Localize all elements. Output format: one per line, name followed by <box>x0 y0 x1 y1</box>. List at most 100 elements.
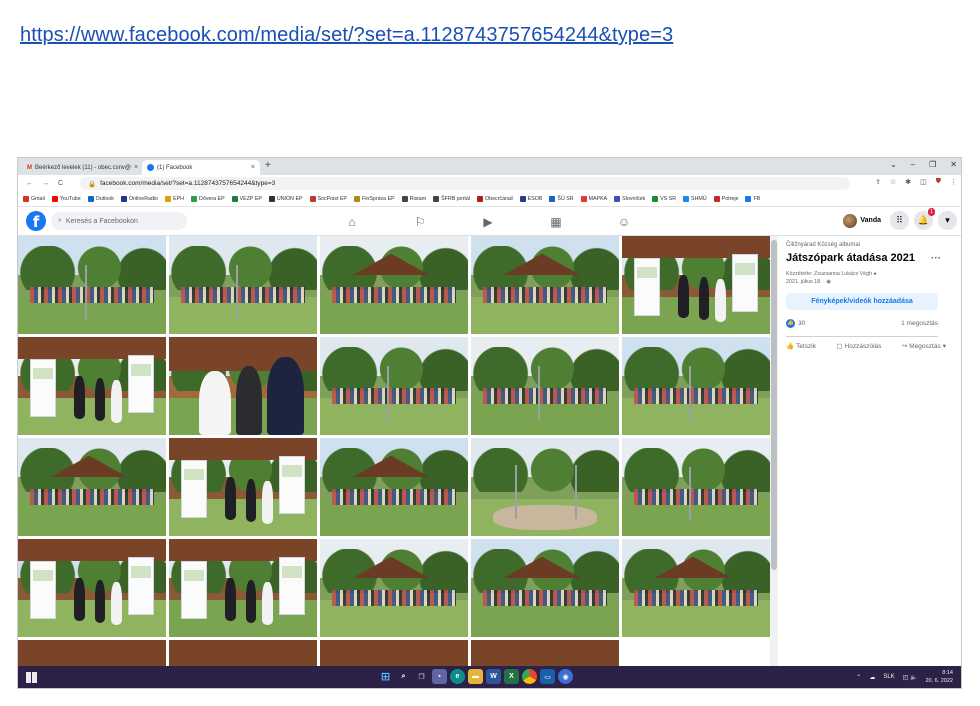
back-icon[interactable]: ← <box>26 180 33 187</box>
bookmark-item[interactable]: Obecrčárad <box>477 196 513 202</box>
clock[interactable]: 8:14 20. 6. 2022 <box>925 669 953 685</box>
url-field[interactable]: 🔒 facebook.com/media/set/?set=a.11287437… <box>80 177 850 190</box>
bookmark-item[interactable]: ESOB <box>519 196 542 202</box>
grid-scrollbar[interactable] <box>770 236 778 666</box>
bookmark-item[interactable]: OnlineRadio <box>120 196 158 202</box>
bookmark-item[interactable]: VS SR <box>652 196 676 202</box>
share-icon[interactable]: ⇪ <box>875 178 881 186</box>
menu-grid-button[interactable]: ⠿ <box>890 211 909 230</box>
tab-mail[interactable]: M Beérkező levelek (11) - obec.csnv@ × <box>22 160 140 175</box>
language-indicator[interactable]: SLK <box>883 674 894 680</box>
photo-thumbnail[interactable] <box>471 236 619 334</box>
bookmark-item[interactable]: Outlook <box>87 196 114 202</box>
close-window-button[interactable]: ✕ <box>950 160 957 169</box>
photo-thumbnail[interactable] <box>471 640 619 666</box>
task-view-icon[interactable]: ❐ <box>414 669 429 684</box>
close-icon[interactable]: × <box>134 164 138 171</box>
bookmark-item[interactable]: Dôvera EP <box>191 196 225 202</box>
flag-icon[interactable]: ⚐ <box>386 207 454 236</box>
photo-thumbnail[interactable] <box>622 539 770 637</box>
bookmark-item[interactable]: EPH <box>165 196 184 202</box>
tab-search-icon[interactable]: ⌄ <box>890 160 897 169</box>
app-icon[interactable]: ◉ <box>558 669 573 684</box>
groups-icon[interactable]: ☺ <box>590 207 658 236</box>
share-count[interactable]: 1 megosztás <box>901 320 938 327</box>
chevron-up-icon[interactable]: ⌃ <box>856 674 861 681</box>
video-icon[interactable]: ▶ <box>454 207 522 236</box>
share-button[interactable]: ↪ Megosztás ▾ <box>902 342 946 351</box>
chat-icon[interactable]: ▪ <box>432 669 447 684</box>
photo-thumbnail[interactable] <box>320 236 468 334</box>
photo-thumbnail[interactable] <box>471 337 619 435</box>
search-icon[interactable]: ⌕ <box>396 669 411 684</box>
bookmark-item[interactable]: SocPoist EP <box>309 196 347 202</box>
cloud-icon[interactable]: ☁ <box>869 674 875 681</box>
edge-icon[interactable]: e <box>450 669 465 684</box>
bookmark-item[interactable]: YouTube <box>51 196 81 202</box>
minimize-button[interactable]: – <box>911 160 915 169</box>
photo-thumbnail[interactable] <box>622 438 770 536</box>
widgets-icon[interactable] <box>26 672 37 683</box>
bookmark-item[interactable]: FB <box>745 196 760 202</box>
search-input[interactable]: ⌕ Keresés a Facebookon <box>51 212 187 230</box>
facebook-logo[interactable]: f <box>26 211 46 231</box>
photo-thumbnail[interactable] <box>169 236 317 334</box>
start-icon[interactable]: ⊞ <box>378 669 393 684</box>
photo-thumbnail[interactable] <box>169 640 317 666</box>
photo-thumbnail[interactable] <box>18 236 166 334</box>
like-button[interactable]: 👍 Tetszik <box>786 342 816 351</box>
bookmark-item[interactable]: ŠFRB portál <box>433 196 470 202</box>
notifications-button[interactable]: 🔔 1 <box>914 208 935 230</box>
photo-thumbnail[interactable] <box>320 438 468 536</box>
monitor-icon[interactable]: ▭ <box>540 669 555 684</box>
bookmark-item[interactable]: SHMÚ <box>683 196 707 202</box>
bookmark-item[interactable]: Gmail <box>23 196 45 202</box>
close-icon[interactable]: × <box>251 164 255 171</box>
account-menu-button[interactable]: ▾ <box>938 211 957 230</box>
forward-icon[interactable]: → <box>42 180 49 187</box>
photo-thumbnail[interactable] <box>18 438 166 536</box>
photo-thumbnail[interactable] <box>18 337 166 435</box>
bookmark-item[interactable]: Slovníček <box>614 196 645 202</box>
photo-thumbnail[interactable] <box>622 236 770 334</box>
photo-thumbnail[interactable] <box>622 337 770 435</box>
excel-icon[interactable]: X <box>504 669 519 684</box>
star-icon[interactable]: ☆ <box>890 178 896 186</box>
add-photos-button[interactable]: Fényképek/videók hozzáadása <box>786 293 938 310</box>
album-owner[interactable]: Čiližnyárad Község albumai <box>786 242 955 248</box>
photo-thumbnail[interactable] <box>18 539 166 637</box>
home-icon[interactable]: ⌂ <box>318 207 386 236</box>
photo-thumbnail[interactable] <box>471 539 619 637</box>
reload-icon[interactable]: C <box>58 180 63 187</box>
file-explorer-icon[interactable]: ▬ <box>468 669 483 684</box>
photo-thumbnail[interactable] <box>471 438 619 536</box>
photo-thumbnail[interactable] <box>169 539 317 637</box>
bookmark-item[interactable]: UNION EP <box>268 196 303 202</box>
photo-thumbnail[interactable] <box>169 337 317 435</box>
facebook-album-link[interactable]: https://www.facebook.com/media/set/?set=… <box>20 24 673 47</box>
restore-button[interactable]: ❐ <box>929 160 936 169</box>
reaction-count[interactable]: 30 <box>798 320 805 327</box>
new-tab-button[interactable]: + <box>265 160 271 171</box>
bookmark-item[interactable]: Ristam <box>401 196 426 202</box>
menu-icon[interactable]: ⋮ <box>950 178 957 186</box>
photo-thumbnail[interactable] <box>320 539 468 637</box>
word-icon[interactable]: W <box>486 669 501 684</box>
bookmark-item[interactable]: Potreje <box>713 196 738 202</box>
bookmark-item[interactable]: FinSpráva EP <box>353 196 395 202</box>
profile-button[interactable]: Vanda <box>839 212 885 230</box>
shield-icon[interactable]: ⛊ <box>936 178 941 186</box>
bookmark-item[interactable]: MAPKA <box>580 196 607 202</box>
bookmark-item[interactable]: ŠÚ SR <box>549 196 574 202</box>
network-volume-icons[interactable]: ◰ 🔈 <box>903 674 918 681</box>
photo-thumbnail[interactable] <box>320 640 468 666</box>
marketplace-icon[interactable]: ▦ <box>522 207 590 236</box>
chrome-icon[interactable] <box>522 669 537 684</box>
sidebar-icon[interactable]: ◫ <box>920 178 927 186</box>
photo-thumbnail[interactable] <box>18 640 166 666</box>
extensions-icon[interactable]: ✱ <box>905 178 911 186</box>
photo-thumbnail[interactable] <box>320 337 468 435</box>
tab-facebook[interactable]: (1) Facebook × <box>142 160 260 175</box>
comment-button[interactable]: ▢ Hozzászólás <box>836 342 881 351</box>
bookmark-item[interactable]: VEZP EP <box>231 196 262 202</box>
